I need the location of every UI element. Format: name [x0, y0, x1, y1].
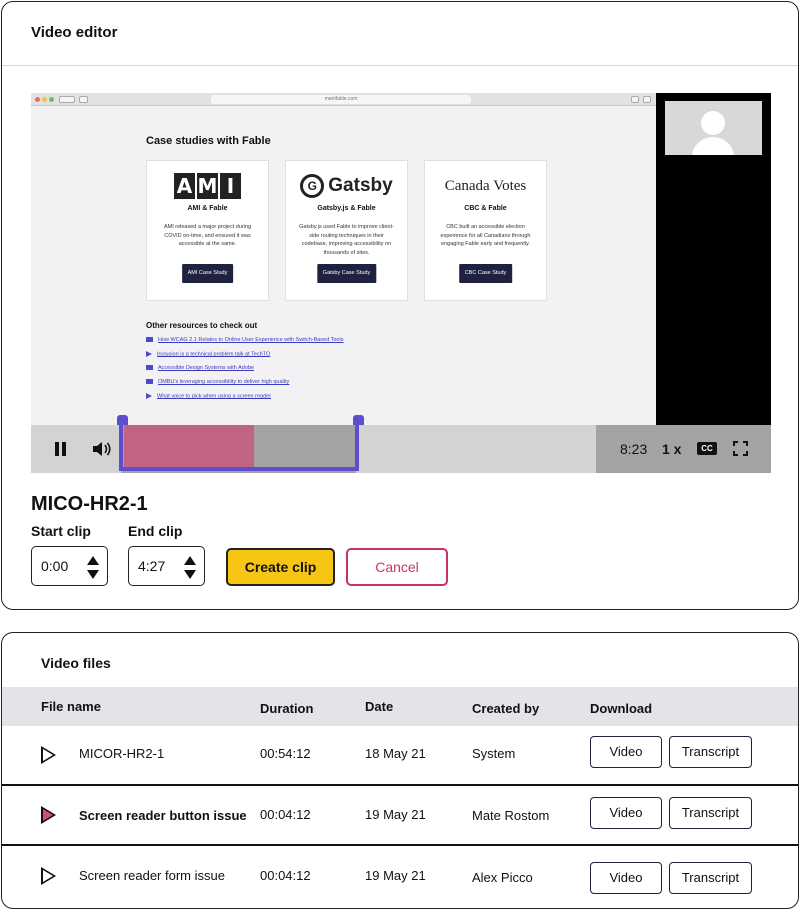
duration: 00:04:12: [260, 807, 311, 822]
card-text: CBC built an accessible election experie…: [440, 224, 531, 247]
article-icon: [146, 379, 153, 385]
download-video-button[interactable]: Video: [590, 862, 662, 894]
browser-url: meetfable.com: [211, 95, 471, 104]
card-subtitle: AMI & Fable: [187, 205, 228, 212]
date: 19 May 21: [365, 807, 426, 822]
increment-arrow-icon[interactable]: [87, 556, 99, 565]
file-name: Screen reader button issue: [79, 808, 247, 823]
gatsby-icon: G: [300, 174, 325, 198]
download-video-button[interactable]: Video: [590, 797, 662, 829]
volume-icon[interactable]: [92, 440, 112, 458]
video-files-title: Video files: [41, 655, 111, 671]
sidebar-icon: [79, 96, 88, 103]
resource-link: What voice to pick when using a screen r…: [146, 393, 271, 399]
card-text: Gatsby.js used Fable to improve client-s…: [299, 224, 394, 256]
card-subtitle: Gatsby.js & Fable: [317, 205, 376, 212]
date: 19 May 21: [365, 868, 426, 883]
close-dot-icon: [35, 97, 40, 102]
end-clip-label: End clip: [128, 523, 183, 539]
video-frame-browser: meetfable.com Case studies with Fable AM…: [31, 93, 656, 425]
resource-link: Accessible Design Systems with Adobe: [146, 365, 254, 371]
start-clip-stepper[interactable]: 0:00: [31, 546, 108, 586]
case-studies-title: Case studies with Fable: [146, 135, 271, 147]
start-clip-label: Start clip: [31, 523, 91, 539]
file-name: Screen reader form issue: [79, 868, 225, 883]
clip-start-handle[interactable]: [117, 415, 128, 425]
resources-title: Other resources to check out: [146, 321, 258, 330]
article-icon: [146, 337, 153, 343]
table-row-selected[interactable]: Screen reader button issue 00:04:12 19 M…: [2, 784, 798, 846]
video-editor-panel: Video editor meetfable.com Case studies …: [1, 1, 799, 610]
pause-button[interactable]: [53, 441, 67, 457]
share-icon: [631, 96, 639, 103]
current-time: 8:23: [620, 441, 648, 457]
play-icon[interactable]: [41, 867, 56, 885]
ami-logo: AMI: [147, 171, 268, 201]
gatsby-case-study-button: Gatsby Case Study: [316, 264, 377, 283]
created-by: Alex Picco: [472, 870, 533, 885]
video-files-panel: Video files File name Duration Date Crea…: [1, 632, 799, 909]
gatsby-logo: G Gatsby: [286, 171, 407, 201]
end-clip-stepper[interactable]: 4:27: [128, 546, 205, 586]
resource-link: Inclusion is a technical problem talk at…: [146, 351, 270, 357]
column-header: Date: [365, 699, 394, 714]
webcam-thumbnail: [665, 101, 762, 155]
column-header: File name: [41, 699, 101, 714]
video-player[interactable]: meetfable.com Case studies with Fable AM…: [31, 93, 771, 473]
back-forward-icon: [59, 96, 75, 103]
created-by: System: [472, 746, 516, 761]
person-icon: [701, 111, 725, 135]
captions-button[interactable]: CC: [697, 442, 717, 455]
resource-link: OMBU's leveraging accessibility to deliv…: [146, 379, 289, 385]
decrement-arrow-icon[interactable]: [184, 570, 196, 579]
card-text: AMI released a major project during COVI…: [163, 224, 252, 247]
divider: [2, 65, 798, 66]
article-icon: [146, 365, 153, 371]
download-video-button[interactable]: Video: [590, 736, 662, 768]
duration: 00:54:12: [260, 746, 311, 761]
table-row[interactable]: MICOR-HR2-1 00:54:12 18 May 21 System Vi…: [2, 726, 798, 784]
resource-link: How WCAG 2.1 Relates to Online User Expe…: [146, 337, 343, 343]
play-icon[interactable]: [41, 746, 56, 764]
clip-end-handle[interactable]: [353, 415, 364, 425]
canada-votes-logo: Canada Votes: [444, 177, 527, 194]
table-header: File name Duration Date Created by Downl…: [2, 687, 798, 726]
cancel-button[interactable]: Cancel: [346, 548, 448, 586]
clip-name: MICO-HR2-1: [31, 493, 148, 515]
column-header: Created by: [472, 701, 540, 716]
video-play-icon: [146, 393, 152, 399]
case-card-gatsby: G Gatsby Gatsby.js & Fable Gatsby.js used…: [285, 160, 408, 301]
maximize-dot-icon: [49, 97, 54, 102]
clip-selection[interactable]: [117, 415, 364, 471]
column-header: Download: [590, 701, 653, 716]
browser-toolbar: meetfable.com: [31, 93, 656, 106]
create-clip-button[interactable]: Create clip: [226, 548, 335, 586]
file-name: MICOR-HR2-1: [79, 746, 165, 761]
cbc-case-study-button: CBC Case Study: [458, 264, 513, 283]
start-clip-value[interactable]: 0:00: [41, 558, 68, 574]
duration: 00:04:12: [260, 868, 311, 883]
ami-case-study-button: AMI Case Study: [181, 264, 234, 283]
increment-arrow-icon[interactable]: [184, 556, 196, 565]
minimize-dot-icon: [42, 97, 47, 102]
created-by: Mate Rostom: [472, 808, 550, 823]
date: 18 May 21: [365, 746, 426, 761]
tabs-icon: [643, 96, 651, 103]
case-card-cbc: Canada Votes CBC & Fable CBC built an ac…: [424, 160, 547, 301]
column-header: Duration: [260, 701, 314, 716]
play-icon[interactable]: [41, 806, 56, 824]
download-transcript-button[interactable]: Transcript: [669, 736, 752, 768]
case-card-ami: AMI AMI & Fable AMI released a major pro…: [146, 160, 269, 301]
playback-speed[interactable]: 1 x: [662, 441, 681, 457]
video-play-icon: [146, 351, 152, 357]
download-transcript-button[interactable]: Transcript: [669, 862, 752, 894]
table-row[interactable]: Screen reader form issue 00:04:12 19 May…: [2, 846, 798, 904]
end-clip-value[interactable]: 4:27: [138, 558, 165, 574]
download-transcript-button[interactable]: Transcript: [669, 797, 752, 829]
decrement-arrow-icon[interactable]: [87, 570, 99, 579]
fullscreen-icon[interactable]: [733, 441, 748, 456]
editor-title: Video editor: [31, 24, 118, 41]
player-controls: 8:23 1 x CC: [31, 415, 771, 473]
card-subtitle: CBC & Fable: [464, 205, 507, 212]
